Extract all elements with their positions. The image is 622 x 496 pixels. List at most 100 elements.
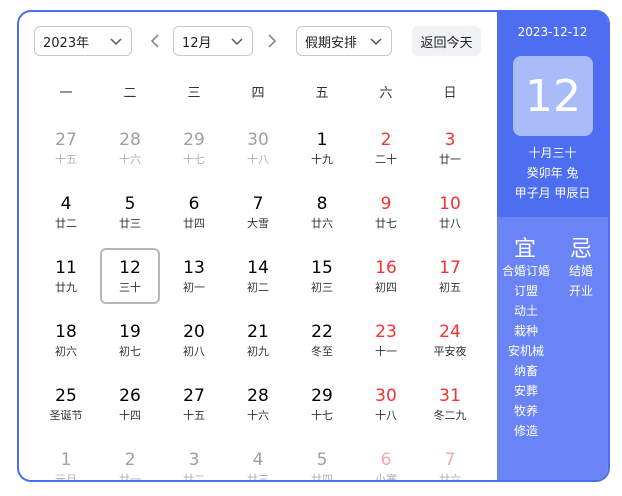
- day-number: 30: [247, 129, 269, 150]
- day-cell[interactable]: 17 初五: [420, 248, 480, 304]
- day-cell-selected[interactable]: 12 三十: [100, 248, 160, 304]
- day-lunar-label: 二十: [375, 152, 397, 166]
- day-cell[interactable]: 31 冬二九: [420, 376, 480, 432]
- yi-item: 订盟: [513, 284, 538, 298]
- yi-item: 牧养: [513, 404, 538, 418]
- day-cell[interactable]: 9 廿七: [356, 184, 416, 240]
- weekday-label: 三: [187, 86, 201, 101]
- day-lunar-label: 十八: [247, 152, 269, 166]
- day-cell[interactable]: 2 廿一: [100, 440, 160, 481]
- day-cell[interactable]: 1 元旦: [36, 440, 96, 481]
- day-cell[interactable]: 4 廿二: [36, 184, 96, 240]
- day-lunar-label: 初一: [183, 280, 205, 294]
- day-number: 28: [119, 129, 141, 150]
- day-number: 16: [375, 257, 397, 278]
- holiday-select[interactable]: 假期安排: [296, 26, 392, 56]
- day-number: 12: [119, 257, 141, 278]
- big-day-number: 12: [513, 56, 593, 136]
- day-cell[interactable]: 27 十五: [36, 120, 96, 176]
- day-cell[interactable]: 10 廿八: [420, 184, 480, 240]
- day-lunar-label: 圣诞节: [49, 408, 83, 422]
- day-lunar-label: 冬至: [311, 344, 333, 358]
- month-select[interactable]: 12月: [173, 26, 253, 56]
- day-number: 6: [188, 193, 200, 214]
- day-cell[interactable]: 30 十八: [228, 120, 288, 176]
- next-month-arrow-icon[interactable]: [262, 31, 282, 51]
- chevron-down-icon: [370, 38, 382, 46]
- ji-item: 开业: [568, 284, 593, 298]
- day-number: 10: [439, 193, 461, 214]
- day-cell[interactable]: 7 廿六: [420, 440, 480, 482]
- year-select[interactable]: 2023年: [34, 26, 132, 56]
- day-cell[interactable]: 18 初六: [36, 312, 96, 368]
- prev-month-arrow-icon[interactable]: [145, 31, 165, 51]
- day-number: 24: [439, 321, 461, 342]
- day-cell[interactable]: 7 大雪: [228, 184, 288, 240]
- day-cell[interactable]: 24 平安夜: [420, 312, 480, 368]
- day-cell[interactable]: 29 十七: [292, 376, 352, 432]
- day-cell[interactable]: 30 十八: [356, 376, 416, 432]
- day-number: 31: [439, 385, 461, 406]
- day-cell[interactable]: 3 廿一: [420, 120, 480, 176]
- day-lunar-label: 初八: [183, 344, 205, 358]
- day-cell[interactable]: 8 廿六: [292, 184, 352, 240]
- return-today-button[interactable]: 返回今天: [412, 26, 481, 56]
- day-cell[interactable]: 26 十四: [100, 376, 160, 432]
- day-lunar-label: 十五: [55, 152, 77, 166]
- day-cell[interactable]: 16 初四: [356, 248, 416, 304]
- day-cell[interactable]: 27 十五: [164, 376, 224, 432]
- day-number: 8: [316, 193, 328, 214]
- day-cell[interactable]: 5 廿四: [292, 440, 352, 481]
- day-number: 29: [311, 385, 333, 406]
- day-cell[interactable]: 6 小寒: [356, 440, 416, 481]
- ji-heading: 忌: [569, 237, 592, 262]
- day-cell[interactable]: 22 冬至: [292, 312, 352, 368]
- day-cell[interactable]: 28 十六: [228, 376, 288, 432]
- day-cell[interactable]: 19 初七: [100, 312, 160, 368]
- month-day-ganzhi: 甲子月 甲辰日: [514, 186, 591, 200]
- day-cell[interactable]: 2 二十: [356, 120, 416, 176]
- yi-item: 栽种: [513, 324, 538, 338]
- day-cell[interactable]: 11 廿九: [36, 248, 96, 304]
- day-number: 28: [247, 385, 269, 406]
- day-cell[interactable]: 25 圣诞节: [36, 376, 96, 432]
- day-cell[interactable]: 5 廿三: [100, 184, 160, 240]
- day-cell[interactable]: 28 十六: [100, 120, 160, 176]
- day-lunar-label: 十九: [311, 152, 333, 166]
- chevron-down-icon: [110, 38, 122, 46]
- day-number: 26: [119, 385, 141, 406]
- day-cell[interactable]: 20 初八: [164, 312, 224, 368]
- day-number: 21: [247, 321, 269, 342]
- day-cell[interactable]: 15 初三: [292, 248, 352, 304]
- day-cell[interactable]: 23 十一: [356, 312, 416, 368]
- day-number: 15: [311, 257, 333, 278]
- day-number: 14: [247, 257, 269, 278]
- day-number: 3: [188, 449, 200, 470]
- day-number: 22: [311, 321, 333, 342]
- day-cell[interactable]: 4 廿三: [228, 440, 288, 481]
- day-cell[interactable]: 1 十九: [292, 120, 352, 176]
- day-number: 19: [119, 321, 141, 342]
- day-number: 2: [124, 449, 136, 470]
- day-cell[interactable]: 13 初一: [164, 248, 224, 304]
- day-cell[interactable]: 29 十七: [164, 120, 224, 176]
- yi-item: 安葬: [513, 384, 538, 398]
- weekday-label: 六: [379, 86, 393, 101]
- day-lunar-label: 大雪: [247, 216, 269, 230]
- yi-heading: 宜: [513, 237, 536, 262]
- day-cell[interactable]: 21 初九: [228, 312, 288, 368]
- day-number: 2: [380, 129, 392, 150]
- day-lunar-label: 廿二: [55, 216, 77, 230]
- day-lunar-label: 廿六: [439, 472, 461, 482]
- day-cell[interactable]: 14 初二: [228, 248, 288, 304]
- day-cell[interactable]: 6 廿四: [164, 184, 224, 240]
- day-lunar-label: 廿二: [183, 472, 205, 482]
- day-lunar-label: 廿七: [375, 216, 397, 230]
- day-lunar-label: 十四: [119, 408, 141, 422]
- day-grid: 27 十五 28 十六 29 十七 30 十八 1 十九 2 二十 3 廿一 4 廿二 5 廿三 6 廿四 7 大雪 8 廿六…: [34, 120, 482, 482]
- day-cell[interactable]: 3 廿二: [164, 440, 224, 482]
- day-number: 5: [316, 449, 328, 470]
- day-number: 17: [439, 257, 461, 278]
- month-select-value: 12月: [182, 35, 212, 51]
- day-lunar-label: 十一: [375, 344, 397, 358]
